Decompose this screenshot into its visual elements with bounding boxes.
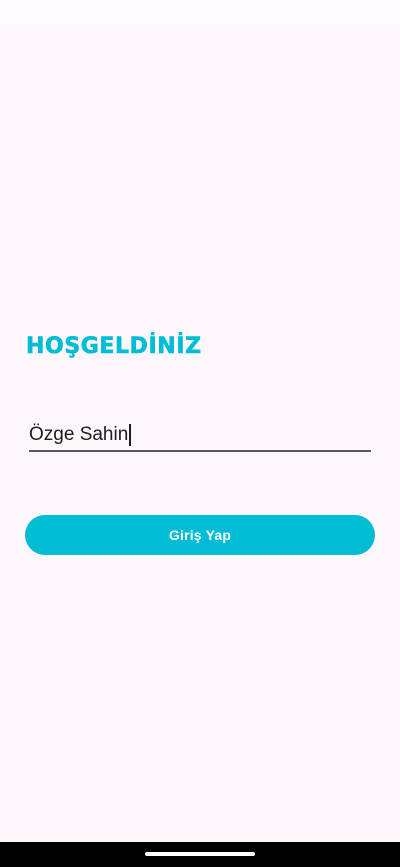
name-input[interactable]: Özge Sahin bbox=[29, 420, 371, 452]
navigation-bar bbox=[0, 842, 400, 867]
name-input-value: Özge Sahin bbox=[29, 424, 129, 445]
welcome-title: HOŞGELDİNİZ bbox=[26, 334, 202, 360]
login-button[interactable]: Giriş Yap bbox=[25, 515, 375, 555]
text-cursor bbox=[129, 424, 132, 446]
name-input-text[interactable]: Özge Sahin bbox=[29, 420, 132, 450]
status-bar bbox=[0, 0, 400, 24]
home-gesture-handle[interactable] bbox=[145, 852, 255, 856]
